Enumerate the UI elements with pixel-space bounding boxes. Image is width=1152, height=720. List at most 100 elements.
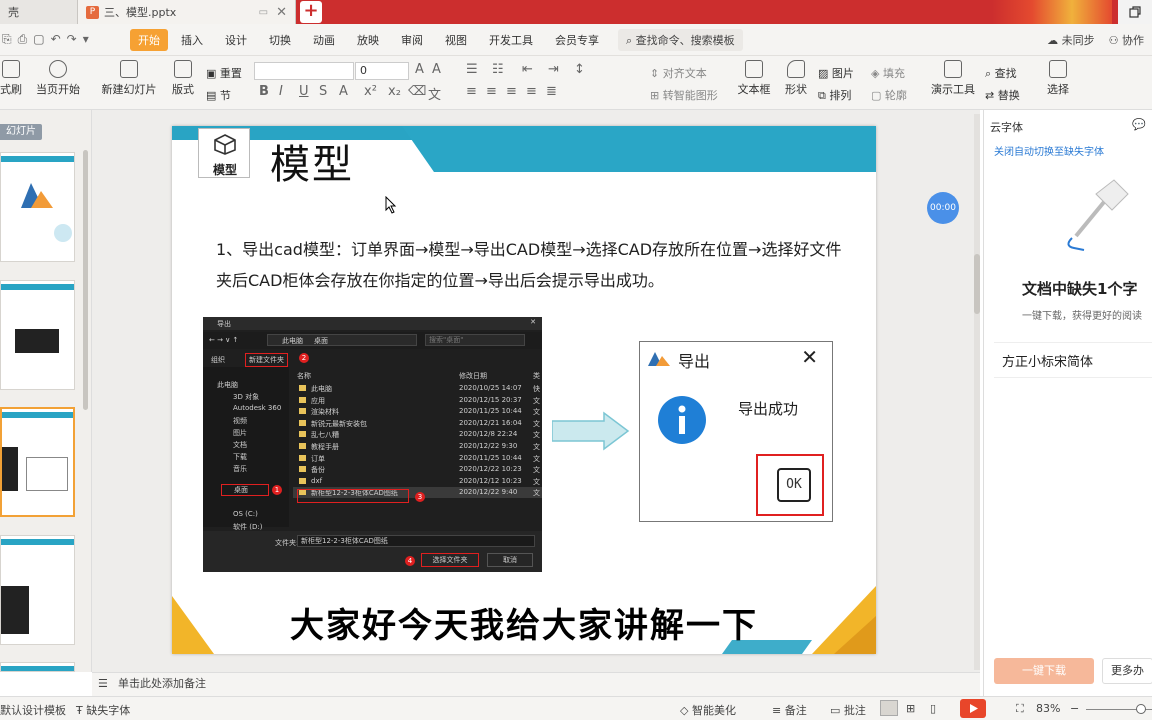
slide-thumb-2[interactable] (0, 280, 75, 390)
shape-button[interactable]: 形状 (781, 60, 811, 97)
arrange-button[interactable]: ⧉ 排列 (818, 87, 851, 103)
strike-icon[interactable]: S (319, 84, 327, 99)
thumb-image (1, 586, 29, 634)
print-icon[interactable]: ⎙ (18, 32, 28, 47)
window-control[interactable] (1118, 0, 1152, 24)
collab-button[interactable]: ⚇ 协作 (1109, 32, 1144, 48)
menu-slideshow[interactable]: 放映 (348, 29, 388, 51)
underline-icon[interactable]: U (299, 84, 309, 99)
more-button[interactable]: 更多办 (1102, 658, 1152, 684)
editor-scroll-thumb[interactable] (974, 254, 980, 314)
slide-body-text[interactable]: 1、导出cad模型：订单界面→模型→导出CAD模型→选择CAD存放所在位置→选择… (216, 234, 848, 296)
zoom-level[interactable]: 83% (1036, 702, 1060, 715)
auto-switch-link[interactable]: 关闭自动切换至缺失字体 (994, 143, 1104, 158)
fit-window-icon[interactable]: ⛶ (1016, 702, 1024, 716)
menu-member[interactable]: 会员专享 (546, 29, 608, 51)
bold-icon[interactable]: B (259, 84, 269, 99)
dropdown-icon[interactable]: ▾ (83, 32, 89, 47)
layout-button[interactable]: 版式 (168, 60, 198, 97)
doc-tab-current[interactable]: P 三、模型.pptx ▭ ✕ (78, 0, 296, 24)
notes-toggle[interactable]: ≡ 备注 (772, 702, 807, 718)
redo-icon[interactable]: ↷ (67, 32, 77, 47)
grow-font-icon[interactable]: A (415, 62, 424, 77)
from-current-button[interactable]: 当页开始 (36, 60, 80, 97)
sync-status[interactable]: ☁ 未同步 (1047, 32, 1095, 48)
replace-button[interactable]: ⇄ 替换 (985, 87, 1020, 103)
download-all-button[interactable]: 一键下载 (994, 658, 1094, 684)
menu-transition[interactable]: 切换 (260, 29, 300, 51)
bullets-icon[interactable]: ☰ (466, 62, 478, 77)
close-tab-icon[interactable]: ✕ (276, 5, 287, 20)
comment-icon[interactable]: 💬 (1132, 118, 1146, 131)
new-tab-button[interactable]: + (300, 1, 322, 23)
pinyin-icon[interactable]: 文 (428, 84, 441, 103)
current-slide[interactable]: 模型 模型 1、导出cad模型：订单界面→模型→导出CAD模型→选择CAD存放所… (172, 126, 876, 654)
new-slide-button[interactable]: 新建幻灯片 (100, 60, 158, 97)
italic-icon[interactable]: I (279, 84, 283, 99)
fill-button[interactable]: ◈ 填充 (871, 65, 905, 81)
select-button[interactable]: 选择 (1042, 60, 1074, 97)
presenter-tools-button[interactable]: 演示工具 (928, 60, 978, 97)
font-size-select[interactable]: 0 (355, 62, 409, 80)
align-center-icon[interactable]: ≡ (486, 84, 497, 99)
normal-view-icon[interactable] (880, 700, 898, 716)
zoom-out-icon[interactable]: − (1070, 702, 1079, 715)
notes-bar[interactable]: ☰ 单击此处添加备注 (92, 672, 980, 696)
outdent-icon[interactable]: ⇥ (548, 62, 559, 77)
preview-icon[interactable]: ▢ (33, 32, 44, 47)
reading-view-icon[interactable]: ▯ (930, 702, 936, 715)
menu-home[interactable]: 开始 (130, 28, 168, 51)
file-type: 文 (533, 431, 540, 440)
outline-button[interactable]: ▢ 轮廓 (871, 87, 907, 103)
reset-button[interactable]: ▣ 重置 (206, 65, 242, 81)
picture-button[interactable]: ▨ 图片 (818, 65, 854, 81)
font-color-icon[interactable]: A (339, 84, 348, 99)
screen-icon[interactable]: ▭ (259, 7, 268, 18)
font-name-select[interactable] (254, 62, 354, 80)
align-right-icon[interactable]: ≡ (506, 84, 517, 99)
distribute-icon[interactable]: ≣ (546, 84, 557, 99)
menu-insert[interactable]: 插入 (172, 29, 212, 51)
subscript-icon[interactable]: x₂ (388, 84, 401, 99)
slide-thumb-3[interactable] (0, 407, 75, 517)
justify-icon[interactable]: ≡ (526, 84, 537, 99)
beautify-button[interactable]: ◇ 智能美化 (680, 702, 736, 718)
missing-font-status[interactable]: Ŧ 缺失字体 (76, 702, 130, 718)
zoom-slider-thumb[interactable] (1136, 704, 1146, 714)
play-slideshow-button[interactable] (960, 699, 986, 718)
superscript-icon[interactable]: x² (364, 84, 377, 99)
shrink-font-icon[interactable]: A (432, 62, 441, 77)
recording-timer[interactable]: 00:00 (927, 192, 959, 224)
align-left-icon[interactable]: ≡ (466, 84, 477, 99)
numbering-icon[interactable]: ☷ (492, 62, 504, 77)
section-button[interactable]: ▤ 节 (206, 87, 231, 103)
menu-design[interactable]: 设计 (216, 29, 256, 51)
align-text-button[interactable]: ⇕ 对齐文本 (650, 65, 707, 81)
command-search[interactable]: ⌕ 查找命令、搜索模板 (618, 28, 743, 51)
save-icon[interactable]: ⎘ (2, 32, 12, 47)
menu-review[interactable]: 审阅 (392, 29, 432, 51)
convert-smartart-button[interactable]: ⊞ 转智能图形 (650, 87, 718, 103)
missing-font-item[interactable]: 方正小标宋简体 (994, 342, 1152, 378)
slide-thumb-1[interactable] (0, 152, 75, 262)
slide-thumb-4[interactable] (0, 535, 75, 645)
slides-scrollbar[interactable] (83, 150, 88, 410)
format-brush-button[interactable]: 式刷 (0, 60, 26, 97)
clear-format-icon[interactable]: ⌫ (408, 84, 426, 99)
undo-icon[interactable]: ↶ (51, 32, 61, 47)
slide-thumb-5[interactable] (0, 662, 75, 672)
comment-toggle[interactable]: ▭ 批注 (830, 702, 866, 718)
line-spacing-icon[interactable]: ↕ (574, 62, 585, 77)
slide-title[interactable]: 模型 (270, 132, 354, 190)
notes-placeholder: 单击此处添加备注 (118, 677, 206, 690)
indent-icon[interactable]: ⇤ (522, 62, 533, 77)
menu-animation[interactable]: 动画 (304, 29, 344, 51)
editor-scrollbar[interactable] (974, 114, 980, 670)
menu-view[interactable]: 视图 (436, 29, 476, 51)
design-template-status[interactable]: 默认设计模板 (0, 702, 66, 718)
find-button[interactable]: ⌕ 查找 (985, 65, 1017, 81)
menu-developer[interactable]: 开发工具 (480, 29, 542, 51)
sorter-view-icon[interactable]: ⊞ (906, 702, 915, 715)
textbox-button[interactable]: 文本框 (735, 60, 773, 97)
doc-tab-previous[interactable]: 壳 (0, 0, 78, 24)
